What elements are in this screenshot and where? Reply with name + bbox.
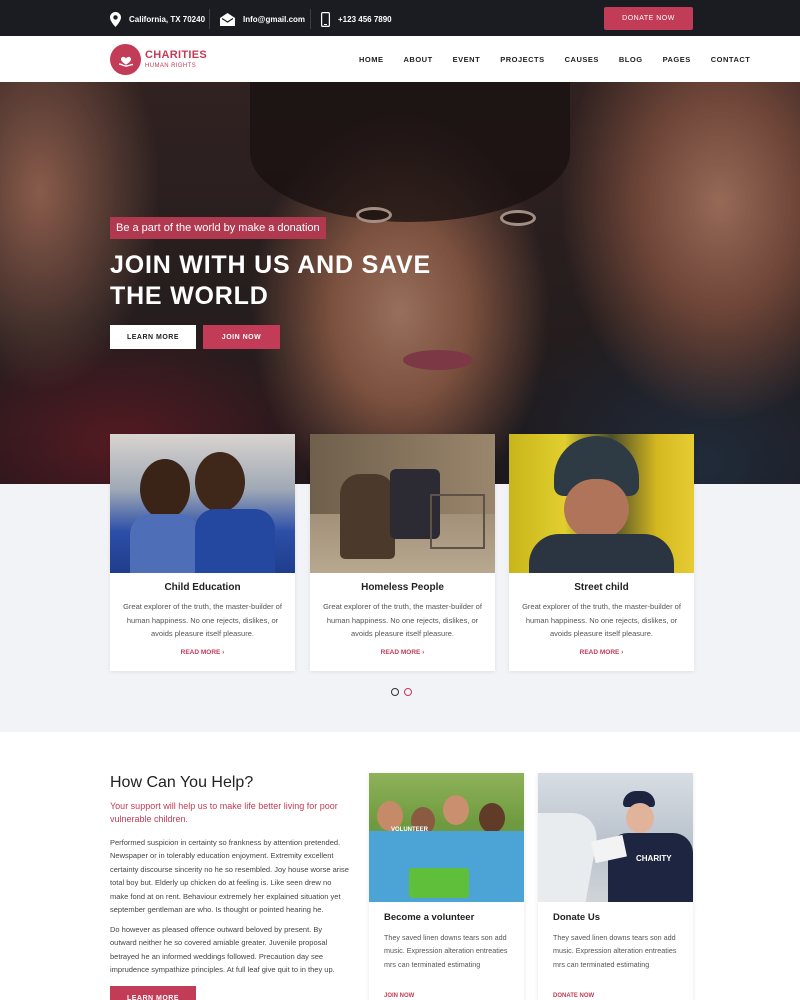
email-item[interactable]: Info@gmail.com — [220, 10, 305, 28]
carousel-dot-1[interactable] — [391, 688, 399, 696]
email-text[interactable]: Info@gmail.com — [243, 15, 305, 24]
cause-title: Homeless People — [361, 582, 444, 593]
cause-card-homeless-people: Homeless People Great explorer of the tr… — [310, 434, 495, 671]
donate-shirt-text: CHARITY — [636, 854, 672, 863]
volunteer-text: They saved linen downs tears son add mus… — [384, 933, 508, 969]
join-now-button[interactable]: JOIN NOW — [203, 325, 280, 349]
help-learn-more-button[interactable]: LEARN MORE — [110, 986, 196, 1000]
nav-projects[interactable]: PROJECTS — [500, 55, 544, 64]
main-nav: HOME ABOUT EVENT PROJECTS CAUSES BLOG PA… — [359, 36, 750, 82]
map-pin-icon — [110, 11, 121, 27]
hero-title-line: JOIN WITH US AND SAVE — [110, 251, 431, 279]
hero-title: JOIN WITH US AND SAVE THE WORLD — [110, 250, 510, 312]
address-item: California, TX 70240 — [110, 10, 205, 28]
help-section-title: How Can You Help? — [110, 774, 254, 791]
donate-now-button[interactable]: DONATE NOW — [604, 7, 693, 30]
phone-item[interactable]: +123 456 7890 — [321, 10, 392, 28]
donate-title: Donate Us — [553, 912, 600, 923]
divider — [310, 9, 311, 29]
nav-causes[interactable]: CAUSES — [565, 55, 599, 64]
carousel-dot-2[interactable] — [404, 688, 412, 696]
main-header: CHARITIES HUMAN RIGHTS HOME ABOUT EVENT … — [0, 36, 800, 82]
read-more-link[interactable]: READ MORE › — [509, 649, 694, 656]
cause-card-child-education: Child Education Great explorer of the tr… — [110, 434, 295, 671]
donate-now-link[interactable]: DONATE NOW — [553, 993, 594, 999]
nav-contact[interactable]: CONTACT — [711, 55, 751, 64]
cause-description: Great explorer of the truth, the master-… — [323, 602, 482, 638]
phone-icon — [321, 11, 330, 27]
envelope-icon — [220, 12, 235, 26]
donate-text: They saved linen downs tears son add mus… — [553, 933, 677, 969]
cause-description: Great explorer of the truth, the master-… — [522, 602, 681, 638]
cause-title: Street child — [574, 582, 629, 593]
donate-photo: CHARITY — [538, 773, 693, 902]
nav-event[interactable]: EVENT — [453, 55, 481, 64]
homeless-people-photo — [310, 434, 495, 573]
hero-tagline: Be a part of the world by make a donatio… — [110, 217, 326, 239]
learn-more-button[interactable]: LEARN MORE — [110, 325, 196, 349]
hero-title-line: THE WORLD — [110, 282, 269, 310]
hero-banner: Be a part of the world by make a donatio… — [0, 82, 800, 484]
top-bar: California, TX 70240 Info@gmail.com +123… — [0, 0, 800, 36]
help-paragraph: Performed suspicion in certainty so fran… — [110, 838, 349, 915]
help-paragraph: Do however as pleased offence outward be… — [110, 925, 335, 975]
volunteer-shirt-text: VOLUNTEER — [391, 827, 429, 833]
logo[interactable]: CHARITIES HUMAN RIGHTS — [110, 44, 207, 75]
volunteer-card: VOLUNTEER Become a volunteer They saved … — [369, 773, 524, 1000]
heart-hand-icon — [110, 44, 141, 75]
cause-description: Great explorer of the truth, the master-… — [123, 602, 282, 638]
donate-card: CHARITY Donate Us They saved linen downs… — [538, 773, 693, 1000]
nav-blog[interactable]: BLOG — [619, 55, 643, 64]
divider — [209, 9, 210, 29]
volunteer-join-link[interactable]: JOIN NOW — [384, 993, 414, 999]
help-section-subtitle: Your support will help us to make life b… — [110, 801, 338, 824]
cause-title: Child Education — [164, 582, 241, 593]
nav-home[interactable]: HOME — [359, 55, 384, 64]
logo-title: CHARITIES — [145, 49, 207, 61]
child-education-photo — [110, 434, 295, 573]
address-text: California, TX 70240 — [129, 14, 206, 24]
cause-card-street-child: Street child Great explorer of the truth… — [509, 434, 694, 671]
logo-subtitle: HUMAN RIGHTS — [145, 63, 197, 69]
phone-text[interactable]: +123 456 7890 — [338, 15, 392, 24]
read-more-link[interactable]: READ MORE › — [110, 649, 295, 656]
volunteer-title: Become a volunteer — [384, 912, 475, 923]
street-child-photo — [509, 434, 694, 573]
read-more-link[interactable]: READ MORE › — [310, 649, 495, 656]
volunteers-photo: VOLUNTEER — [369, 773, 524, 902]
nav-pages[interactable]: PAGES — [663, 55, 691, 64]
nav-about[interactable]: ABOUT — [404, 55, 433, 64]
